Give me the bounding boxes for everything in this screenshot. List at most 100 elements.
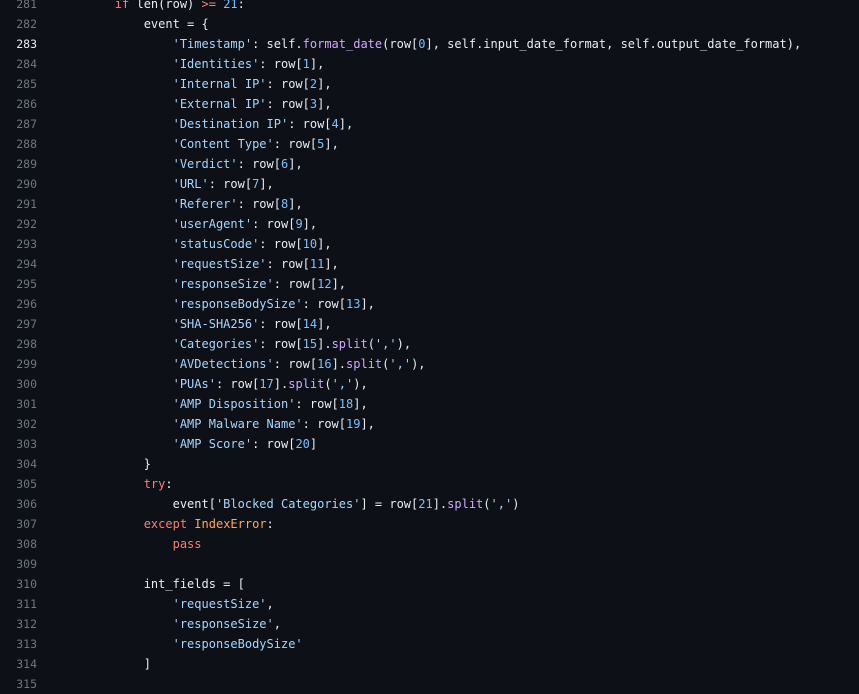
code-line[interactable]: 287 'Destination IP': row[4], — [0, 114, 859, 134]
line-number: 313 — [16, 637, 37, 651]
code-token: 19 — [346, 417, 361, 431]
code-line[interactable]: 300 'PUAs': row[17].split(','), — [0, 374, 859, 394]
code-text[interactable]: 'AVDetections': row[16].split(','), — [57, 354, 426, 374]
code-token: : row[ — [273, 277, 318, 291]
code-token: 'AVDetections' — [172, 357, 274, 371]
code-line[interactable]: 290 'URL': row[7], — [0, 174, 859, 194]
code-token: : row[ — [259, 237, 303, 251]
line-number: 315 — [16, 677, 37, 691]
code-text[interactable]: 'URL': row[7], — [57, 174, 274, 194]
code-text[interactable]: 'requestSize', — [57, 594, 274, 614]
code-text[interactable]: 'PUAs': row[17].split(','), — [57, 374, 368, 394]
code-text[interactable]: 'responseBodySize' — [57, 634, 303, 654]
code-line[interactable]: 309 — [0, 554, 859, 574]
code-text[interactable]: 'statusCode': row[10], — [57, 234, 332, 254]
code-line[interactable]: 305 try: — [0, 474, 859, 494]
code-line[interactable]: 298 'Categories': row[15].split(','), — [0, 334, 859, 354]
code-line[interactable]: 283 'Timestamp': self.format_date(row[0]… — [0, 34, 859, 54]
code-editor[interactable]: 281 if len(row) >= 21: 282 event = {283 '… — [0, 0, 859, 694]
code-text[interactable]: 'Destination IP': row[4], — [57, 114, 354, 134]
code-token: 'PUAs' — [172, 377, 216, 391]
code-text[interactable]: event['Blocked Categories'] = row[21].sp… — [57, 494, 520, 514]
code-line[interactable]: 315 — [0, 674, 859, 694]
code-line[interactable]: 310 int_fields = [ — [0, 574, 859, 594]
code-token: 9 — [295, 217, 303, 231]
code-line[interactable]: 286 'External IP': row[3], — [0, 94, 859, 114]
code-line[interactable]: 281 if len(row) >= 21: — [0, 0, 859, 14]
code-line[interactable]: 313 'responseBodySize' — [0, 634, 859, 654]
code-token: : row[ — [288, 117, 332, 131]
code-line[interactable]: 282 event = { — [0, 14, 859, 34]
code-text[interactable]: 'userAgent': row[9], — [57, 214, 318, 234]
code-text[interactable]: pass — [57, 534, 202, 554]
code-line[interactable]: 301 'AMP Disposition': row[18], — [0, 394, 859, 414]
code-line[interactable]: 292 'userAgent': row[9], — [0, 214, 859, 234]
code-line[interactable]: 299 'AVDetections': row[16].split(','), — [0, 354, 859, 374]
code-token: 'AMP Malware Name' — [172, 417, 303, 431]
code-line[interactable]: 302 'AMP Malware Name': row[19], — [0, 414, 859, 434]
code-token: : row[ — [259, 317, 303, 331]
code-line[interactable]: 296 'responseBodySize': row[13], — [0, 294, 859, 314]
line-number: 283 — [16, 37, 37, 51]
code-text[interactable]: 'requestSize': row[11], — [57, 254, 339, 274]
code-line[interactable]: 293 'statusCode': row[10], — [0, 234, 859, 254]
code-line[interactable]: 288 'Content Type': row[5], — [0, 134, 859, 154]
code-text[interactable]: try: — [57, 474, 173, 494]
code-text[interactable]: 'AMP Disposition': row[18], — [57, 394, 368, 414]
code-token: 14 — [302, 317, 318, 331]
code-line[interactable]: 291 'Referer': row[8], — [0, 194, 859, 214]
code-text[interactable]: ] — [57, 654, 151, 674]
code-text[interactable]: 'AMP Score': row[20] — [57, 434, 318, 454]
code-line[interactable]: 308 pass — [0, 534, 859, 554]
line-number: 284 — [16, 57, 37, 71]
code-line[interactable]: 307 except IndexError: — [0, 514, 859, 534]
code-text[interactable]: 'Verdict': row[6], — [57, 154, 303, 174]
code-text[interactable]: 'Internal IP': row[2], — [57, 74, 332, 94]
code-line[interactable]: 294 'requestSize': row[11], — [0, 254, 859, 274]
code-line[interactable]: 285 'Internal IP': row[2], — [0, 74, 859, 94]
code-text[interactable]: } — [57, 454, 151, 474]
code-token: ], — [317, 97, 332, 111]
code-text[interactable]: 'responseSize', — [57, 614, 281, 634]
code-text[interactable]: event = { — [57, 14, 209, 34]
line-number: 306 — [16, 497, 37, 511]
code-text[interactable]: 'Identities': row[1], — [57, 54, 325, 74]
code-line[interactable]: 312 'responseSize', — [0, 614, 859, 634]
code-text[interactable]: 'External IP': row[3], — [57, 94, 332, 114]
code-text[interactable]: int_fields = [ — [57, 574, 245, 594]
code-line[interactable]: 303 'AMP Score': row[20] — [0, 434, 859, 454]
code-text[interactable]: if len(row) >= 21: — [57, 0, 245, 14]
code-text[interactable]: 'AMP Malware Name': row[19], — [57, 414, 375, 434]
code-token: ], — [302, 217, 318, 231]
code-token: ], — [259, 177, 274, 191]
code-line[interactable]: 304 } — [0, 454, 859, 474]
code-token: : row[ — [266, 77, 310, 91]
code-token: event[ — [172, 497, 216, 511]
code-line[interactable]: 289 'Verdict': row[6], — [0, 154, 859, 174]
code-text[interactable]: 'responseSize': row[12], — [57, 274, 346, 294]
code-line[interactable]: 311 'requestSize', — [0, 594, 859, 614]
code-text[interactable]: 'SHA-SHA256': row[14], — [57, 314, 332, 334]
code-line[interactable]: 284 'Identities': row[1], — [0, 54, 859, 74]
code-text[interactable]: 'Referer': row[8], — [57, 194, 303, 214]
code-text[interactable]: 'Timestamp': self.format_date(row[0], se… — [57, 34, 802, 54]
code-line[interactable]: 297 'SHA-SHA256': row[14], — [0, 314, 859, 334]
code-text[interactable]: 'Categories': row[15].split(','), — [57, 334, 411, 354]
code-line[interactable]: 295 'responseSize': row[12], — [0, 274, 859, 294]
code-text[interactable]: 'Content Type': row[5], — [57, 134, 339, 154]
code-line[interactable]: 306 event['Blocked Categories'] = row[21… — [0, 494, 859, 514]
code-line[interactable]: 314 ] — [0, 654, 859, 674]
code-token: len(row) — [129, 0, 202, 11]
code-text[interactable]: except IndexError: — [57, 514, 274, 534]
code-text[interactable]: 'responseBodySize': row[13], — [57, 294, 375, 314]
code-token: : — [237, 0, 245, 11]
code-token: ]. — [317, 337, 332, 351]
code-token: 'responseBodySize' — [172, 637, 303, 651]
